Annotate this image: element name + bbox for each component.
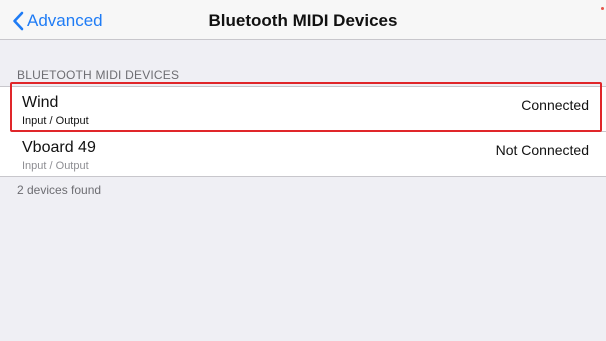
- device-list: Wind Input / Output Connected Vboard 49 …: [0, 86, 606, 177]
- device-status: Connected: [521, 97, 589, 113]
- device-name: Wind: [22, 94, 59, 111]
- device-type: Input / Output: [22, 115, 89, 127]
- devices-found-count: 2 devices found: [17, 183, 102, 197]
- page-title: Bluetooth MIDI Devices: [208, 11, 398, 30]
- device-type: Input / Output: [22, 160, 89, 172]
- device-row-wind[interactable]: Wind Input / Output Connected: [0, 87, 606, 131]
- device-row-vboard-49[interactable]: Vboard 49 Input / Output Not Connected: [16, 131, 606, 176]
- section-header: BLUETOOTH MIDI DEVICES: [17, 68, 180, 82]
- device-name: Vboard 49: [22, 139, 96, 156]
- device-status: Not Connected: [495, 142, 589, 158]
- status-indicator: [601, 7, 604, 10]
- navigation-bar: Advanced Bluetooth MIDI Devices: [0, 0, 606, 40]
